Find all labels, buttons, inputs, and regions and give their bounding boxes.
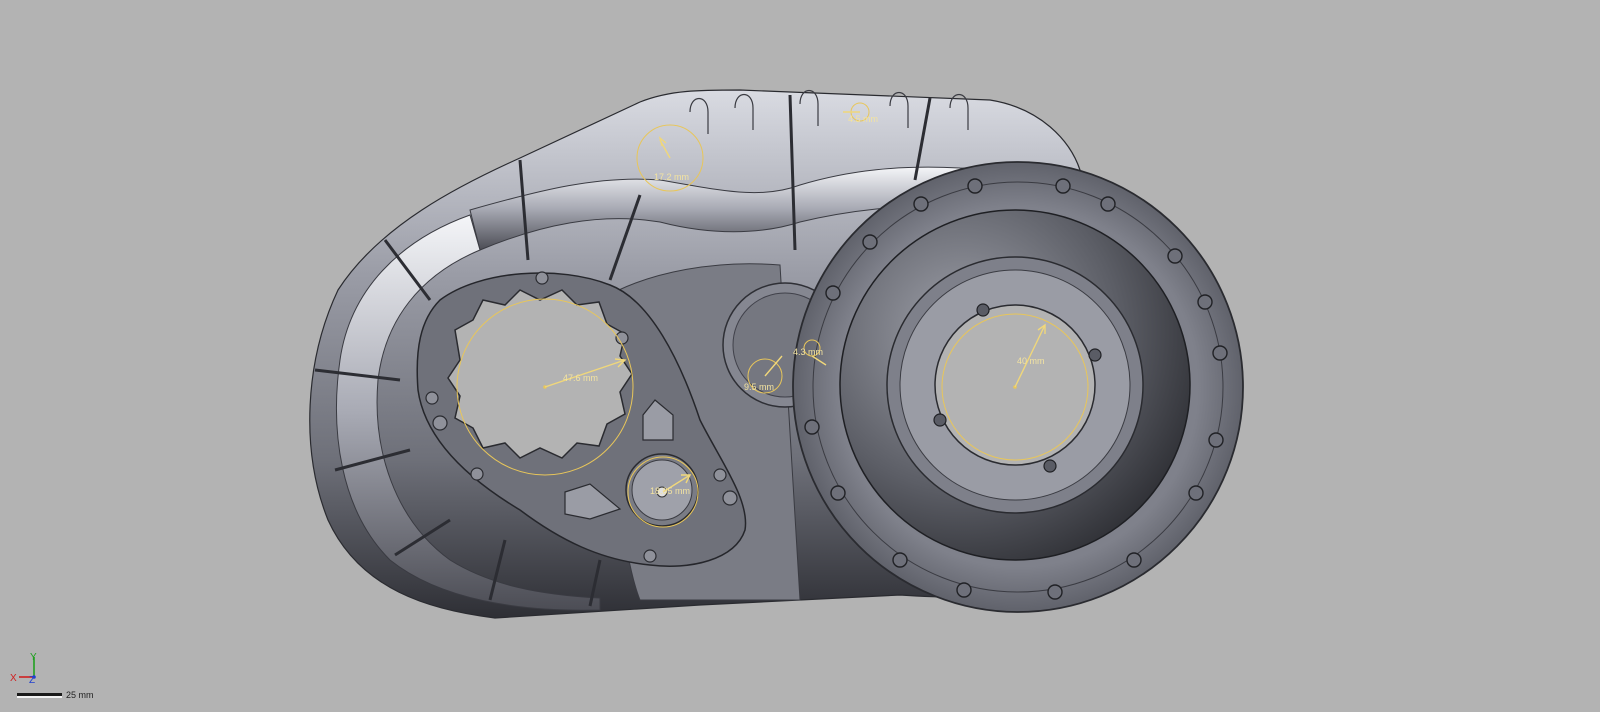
cad-model-view[interactable]: 17.2 mm 4.5 mm 47.6 mm 18.05 mm 9.5 mm 4…: [0, 0, 1600, 712]
dimension-label: 40 mm: [1017, 356, 1045, 366]
flange-center-bore: [934, 304, 1096, 466]
z-axis-label: Z: [29, 675, 35, 686]
dimension-label: 47.6 mm: [563, 373, 598, 383]
scale-bar-label: 25 mm: [66, 690, 94, 700]
orientation-triad[interactable]: Y X Z: [10, 652, 37, 686]
3d-viewport[interactable]: 17.2 mm 4.5 mm 47.6 mm 18.05 mm 9.5 mm 4…: [0, 0, 1600, 712]
dimension-label: 17.2 mm: [654, 172, 689, 182]
x-axis-label: X: [10, 673, 17, 684]
scale-bar: 25 mm: [17, 690, 94, 700]
dimension-label: 4.5 mm: [848, 114, 878, 124]
dimension-label: 18.05 mm: [650, 486, 690, 496]
dimension-label: 4.3 mm: [793, 347, 823, 357]
left-spline-bore: [447, 289, 633, 459]
dimension-label: 9.5 mm: [744, 382, 774, 392]
y-axis-label: Y: [30, 652, 37, 663]
